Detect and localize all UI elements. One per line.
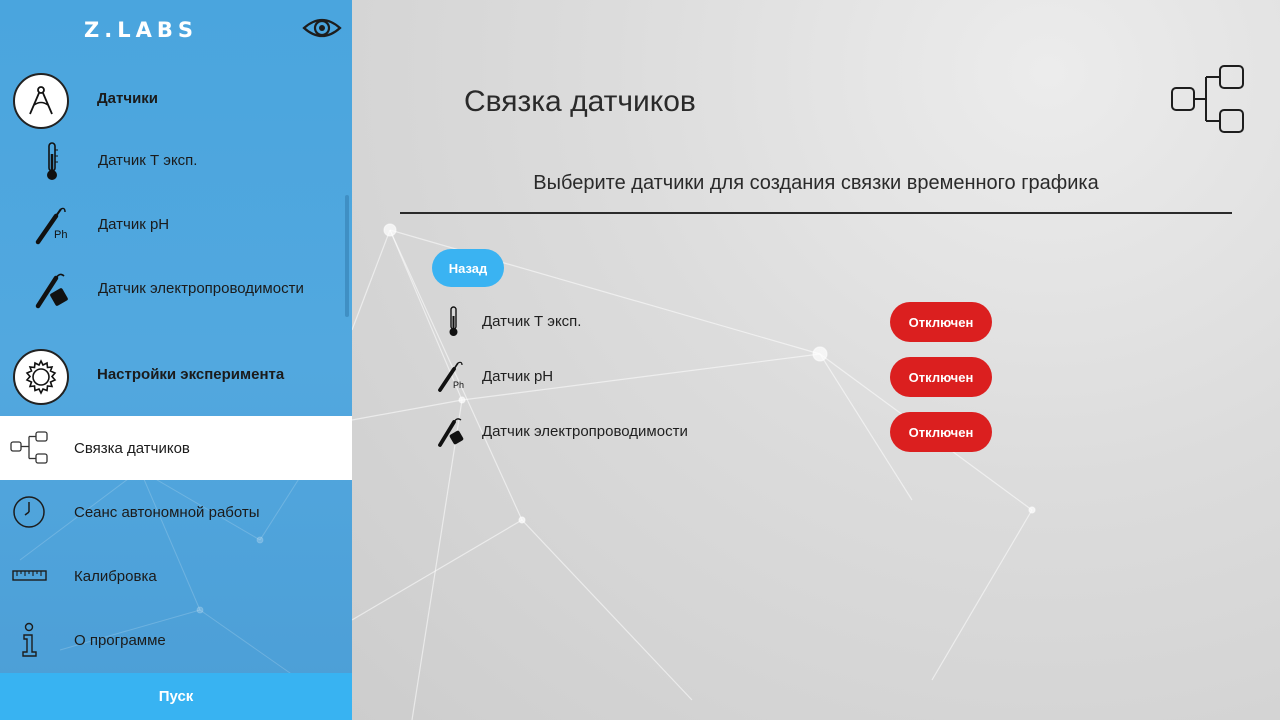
- sidebar-item-label: Датчик электропроводимости: [98, 280, 304, 297]
- caliper-icon: [13, 73, 69, 129]
- gear-icon: [13, 349, 69, 405]
- sidebar-item-label: Калибровка: [74, 568, 157, 585]
- ph-probe-icon: Ph: [434, 361, 470, 393]
- sensor-row-temperature: Датчик Т эксп. Отключен: [432, 302, 1032, 342]
- settings-section-label: Настройки эксперимента: [97, 366, 285, 383]
- sidebar-item-sensor-link[interactable]: Связка датчиков: [0, 416, 352, 480]
- sidebar-item-conductivity-sensor[interactable]: Датчик электропроводимости: [0, 258, 352, 322]
- thermometer-icon: [32, 142, 72, 182]
- back-button[interactable]: Назад: [432, 249, 504, 287]
- main-panel: Связка датчиков Выберите датчики для соз…: [352, 0, 1280, 720]
- ph-probe-icon: Ph: [32, 206, 72, 246]
- sensor-status-toggle[interactable]: Отключен: [890, 302, 992, 342]
- conductivity-probe-icon: [434, 416, 470, 448]
- sensor-name: Датчик Т эксп.: [482, 313, 582, 330]
- sensor-name: Датчик pH: [482, 368, 554, 385]
- sidebar-item-about[interactable]: О программе: [0, 608, 352, 672]
- info-icon: [10, 622, 50, 658]
- thermometer-icon: [434, 306, 470, 338]
- start-button[interactable]: Пуск: [0, 673, 352, 720]
- sidebar: Z.LABS Датчики Датчик Т эксп. Ph Датчик …: [0, 0, 352, 720]
- settings-section-header[interactable]: Настройки эксперимента: [0, 342, 352, 412]
- sidebar-scrollbar[interactable]: [345, 195, 349, 317]
- svg-text:Ph: Ph: [54, 229, 67, 241]
- sensor-row-ph: Ph Датчик pH Отключен: [432, 357, 1032, 397]
- page-subtitle: Выберите датчики для создания связки вре…: [533, 172, 1099, 194]
- clock-icon: [10, 494, 50, 530]
- sensor-row-conductivity: Датчик электропроводимости Отключен: [432, 412, 1032, 452]
- sidebar-item-label: О программе: [74, 632, 166, 649]
- ruler-icon: [10, 558, 50, 594]
- brand-logo: Z.LABS: [84, 18, 198, 42]
- sidebar-item-temperature-sensor[interactable]: Датчик Т эксп.: [0, 130, 352, 194]
- sensor-link-icon: [1170, 64, 1246, 136]
- sensor-name: Датчик электропроводимости: [482, 423, 688, 440]
- divider: [400, 212, 1232, 214]
- sidebar-item-calibration[interactable]: Калибровка: [0, 544, 352, 608]
- page-title: Связка датчиков: [464, 85, 696, 118]
- eye-icon[interactable]: [302, 12, 342, 44]
- conductivity-probe-icon: [32, 270, 72, 310]
- sidebar-item-label: Сеанс автономной работы: [74, 504, 260, 521]
- svg-text:Ph: Ph: [453, 380, 464, 390]
- sensor-status-toggle[interactable]: Отключен: [890, 357, 992, 397]
- sensors-section-label: Датчики: [97, 90, 159, 107]
- sensors-section-header[interactable]: Датчики: [0, 66, 352, 136]
- sidebar-item-label: Датчик pH: [98, 216, 170, 233]
- sidebar-item-label: Датчик Т эксп.: [98, 152, 198, 169]
- sidebar-item-autonomous-session[interactable]: Сеанс автономной работы: [0, 480, 352, 544]
- sensor-status-toggle[interactable]: Отключен: [890, 412, 992, 452]
- sensor-link-icon: [10, 430, 50, 466]
- sidebar-item-ph-sensor[interactable]: Ph Датчик pH: [0, 194, 352, 258]
- sidebar-item-label: Связка датчиков: [74, 440, 190, 457]
